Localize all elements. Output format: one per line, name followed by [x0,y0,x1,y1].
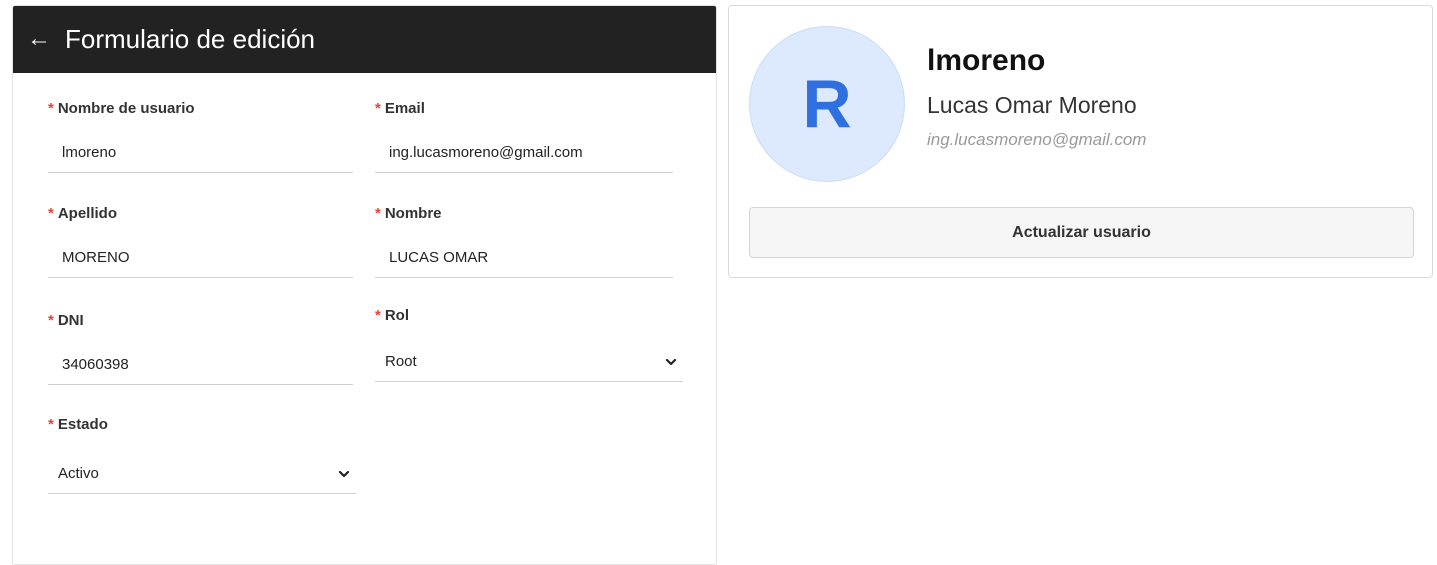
avatar-letter: R [802,66,852,142]
edit-form-panel: ← Formulario de edición * Nombre de usuar… [12,5,717,565]
profile-email: ing.lucasmoreno@gmail.com [927,130,1147,149]
username-label: * Nombre de usuario [48,100,195,117]
dni-field-group: * DNI [48,312,353,392]
status-label: * Estado [48,416,108,433]
email-field-group: * Email [375,100,673,180]
lastname-label: * Apellido [48,205,118,222]
role-field-group: * Rol Root [375,307,683,387]
firstname-field-group: * Nombre [375,205,673,285]
form-header: ← Formulario de edición [13,6,716,73]
profile-card: R lmoreno Lucas Omar Moreno ing.lucasmor… [728,5,1433,278]
dni-label: * DNI [48,312,84,329]
username-field-group: * Nombre de usuario [48,100,353,180]
email-input[interactable] [375,133,673,173]
role-select[interactable]: Root [375,342,683,382]
firstname-label: * Nombre [375,205,442,222]
chevron-down-icon [338,470,350,477]
firstname-input[interactable] [375,238,673,278]
profile-username: lmoreno [927,44,1046,77]
status-field-group: * Estado Activo [48,416,356,496]
role-select-value: Root [385,353,417,370]
status-select-value: Activo [58,465,99,482]
status-select[interactable]: Activo [48,454,356,494]
lastname-field-group: * Apellido [48,205,353,285]
username-input[interactable] [48,133,353,173]
arrow-left-icon[interactable]: ← [27,26,51,51]
form-title: Formulario de edición [65,24,316,54]
email-label: * Email [375,100,425,117]
lastname-input[interactable] [48,238,353,278]
update-user-button[interactable]: Actualizar usuario [749,207,1414,258]
avatar: R [749,26,905,182]
chevron-down-icon [665,358,677,365]
profile-fullname: Lucas Omar Moreno [927,92,1137,118]
dni-input[interactable] [48,345,353,385]
role-label: * Rol [375,307,410,324]
